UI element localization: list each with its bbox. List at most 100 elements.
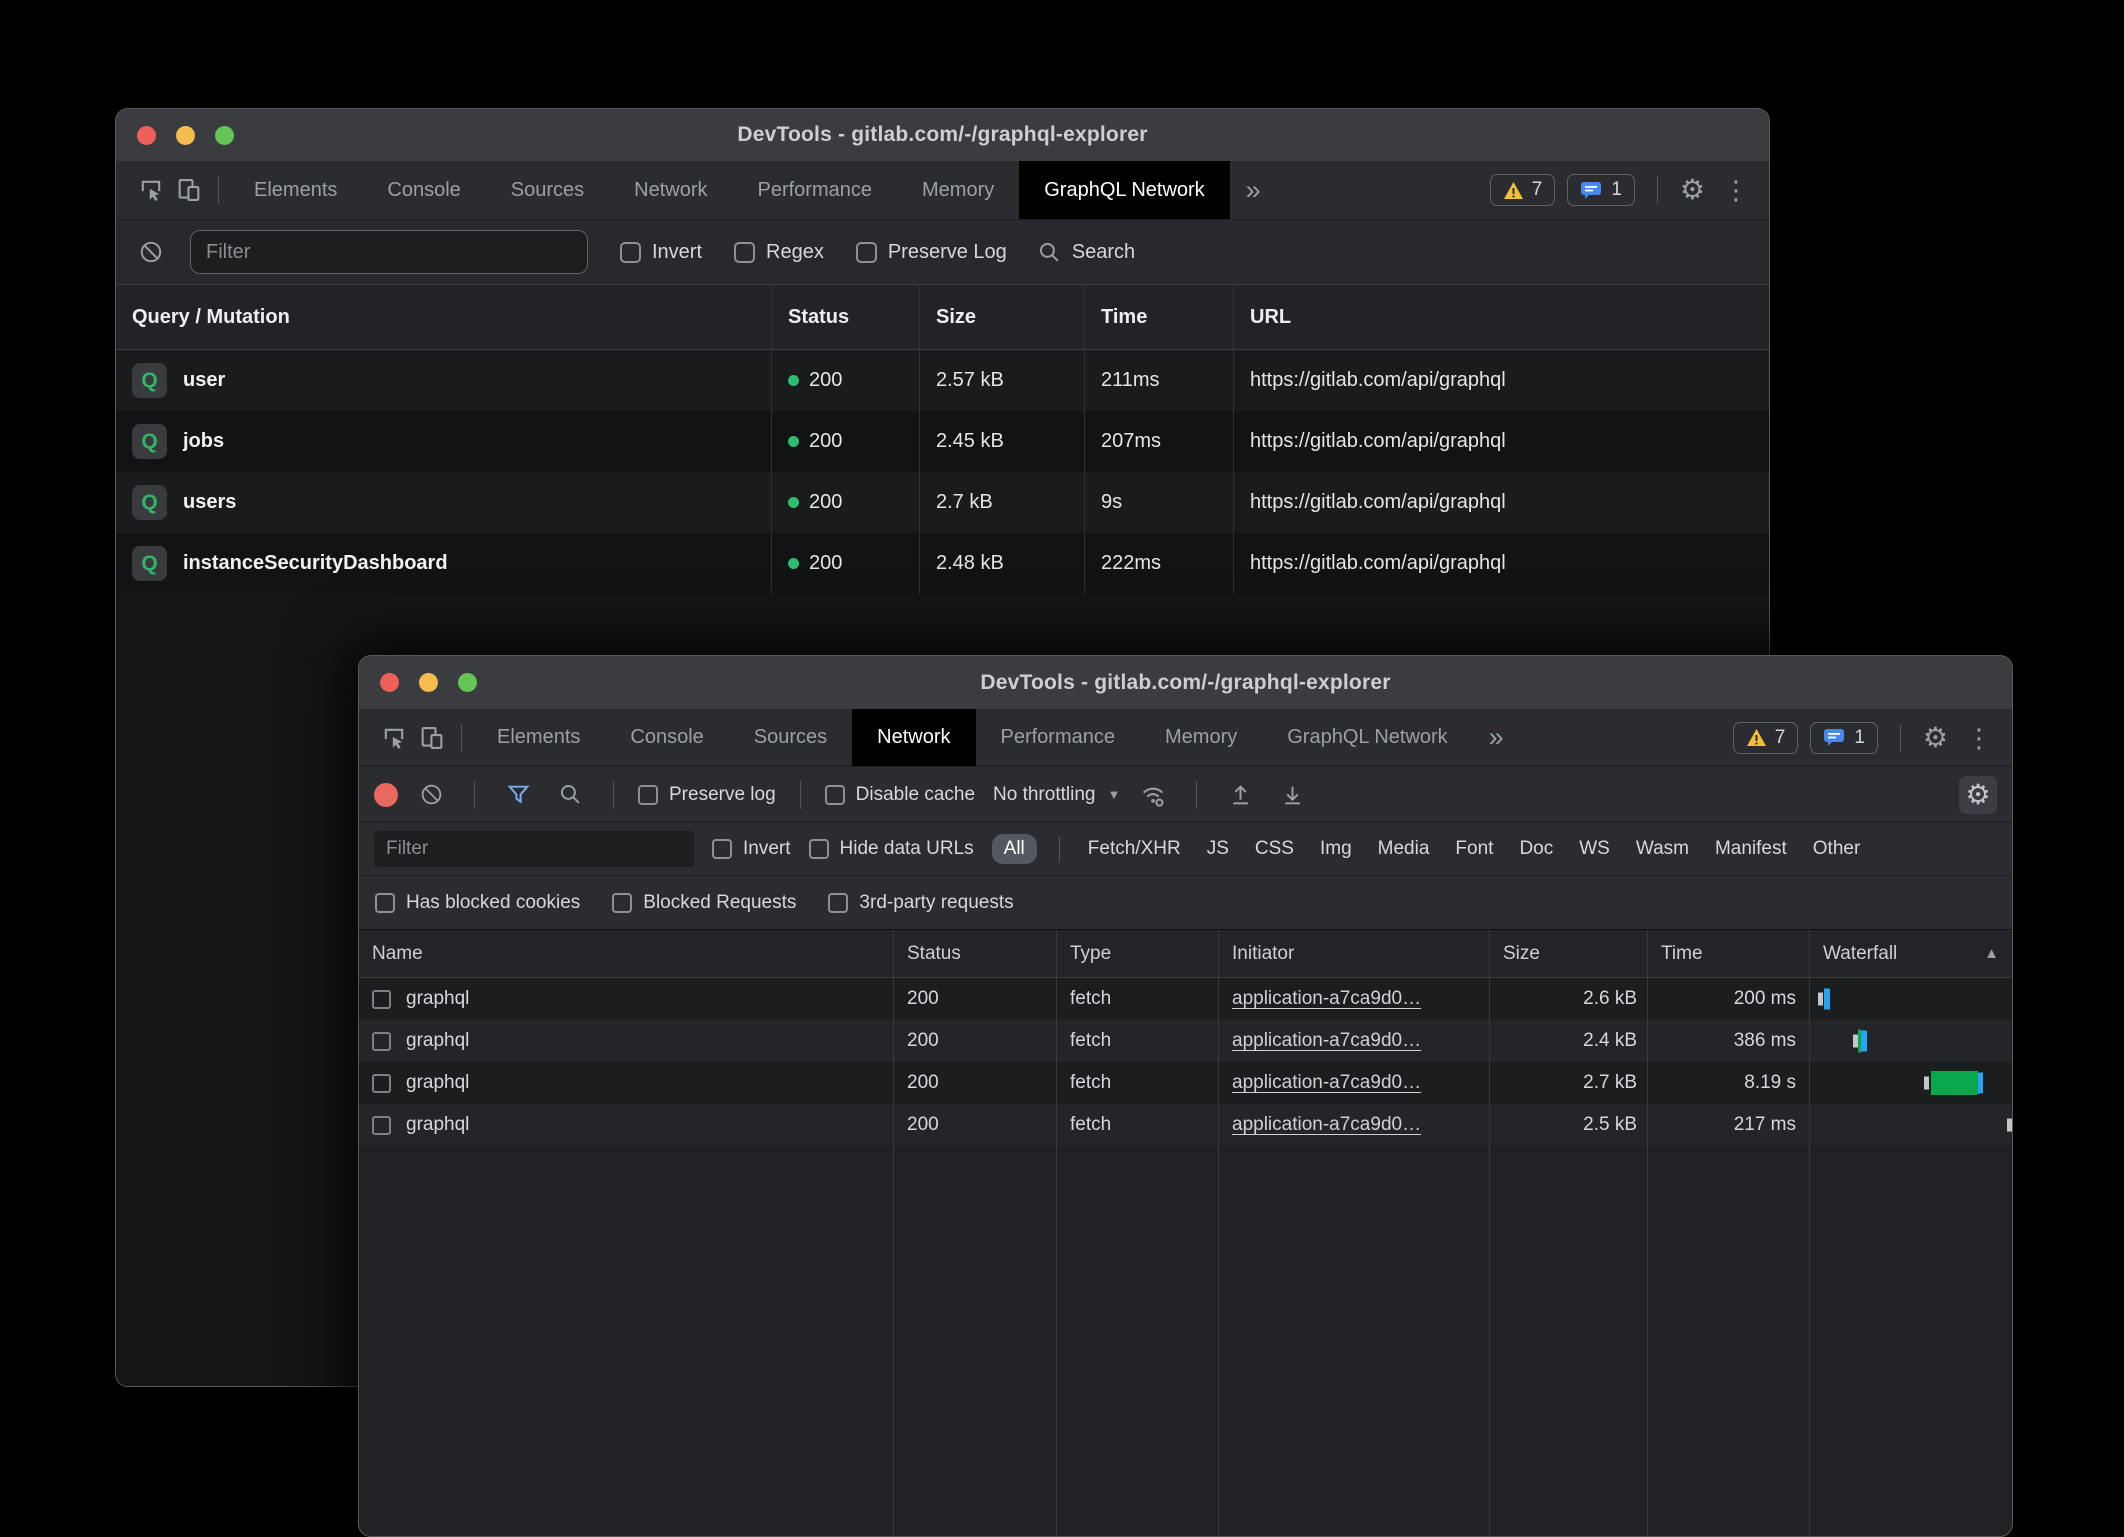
tab-graphql-network[interactable]: GraphQL Network	[1019, 161, 1229, 219]
throttling-dropdown[interactable]: No throttling ▼	[993, 784, 1120, 806]
kebab-menu-icon[interactable]: ⋮	[1960, 725, 1998, 751]
clear-icon[interactable]	[132, 233, 170, 271]
network-request-row[interactable]: graphql 200 fetch application-a7ca9d0… 2…	[359, 978, 2012, 1020]
initiator-link[interactable]: application-a7ca9d0…	[1232, 1072, 1421, 1094]
column-header-status[interactable]: Status	[771, 285, 919, 349]
tab-network[interactable]: Network	[852, 709, 975, 766]
settings-gear-icon[interactable]: ⚙	[1923, 724, 1948, 752]
preserve-log-checkbox-group[interactable]: Preserve log	[638, 784, 776, 806]
preserve-log-checkbox-group[interactable]: Preserve Log	[856, 241, 1007, 264]
blocked-requests-checkbox[interactable]	[612, 893, 632, 913]
filter-chip-manifest[interactable]: Manifest	[1715, 838, 1787, 860]
filter-chip-all[interactable]: All	[992, 834, 1037, 864]
column-header-query-mutation[interactable]: Query / Mutation	[116, 285, 771, 349]
record-button[interactable]	[374, 783, 398, 807]
blocked-requests-checkbox-group[interactable]: Blocked Requests	[612, 892, 796, 914]
invert-checkbox[interactable]	[620, 242, 641, 263]
column-header-time[interactable]: Time	[1084, 285, 1233, 349]
warnings-badge[interactable]: 7	[1733, 722, 1799, 754]
tab-sources[interactable]: Sources	[486, 161, 609, 219]
column-header-name[interactable]: Name	[359, 930, 893, 977]
tab-network[interactable]: Network	[609, 161, 732, 219]
third-party-requests-checkbox[interactable]	[828, 893, 848, 913]
column-header-waterfall[interactable]: Waterfall ▲	[1809, 930, 2012, 977]
more-tabs-icon[interactable]: »	[1473, 724, 1520, 751]
graphql-request-row[interactable]: Q instanceSecurityDashboard 200 2.48 kB …	[116, 533, 1769, 594]
more-tabs-icon[interactable]: »	[1230, 177, 1277, 204]
preserve-log-checkbox[interactable]	[638, 785, 658, 805]
hide-data-urls-checkbox-group[interactable]: Hide data URLs	[809, 838, 974, 860]
inspect-element-icon[interactable]	[132, 171, 170, 209]
filter-chip-css[interactable]: CSS	[1255, 838, 1294, 860]
disable-cache-checkbox[interactable]	[825, 785, 845, 805]
search-button[interactable]: Search	[1037, 240, 1135, 265]
tab-performance[interactable]: Performance	[733, 161, 898, 219]
network-request-row[interactable]: graphql 200 fetch application-a7ca9d0… 2…	[359, 1104, 2012, 1146]
tab-console[interactable]: Console	[362, 161, 485, 219]
filter-input[interactable]	[190, 230, 588, 274]
hide-data-urls-checkbox[interactable]	[809, 839, 829, 859]
row-checkbox[interactable]	[372, 1032, 391, 1051]
column-header-size[interactable]: Size	[919, 285, 1084, 349]
filter-funnel-icon[interactable]	[499, 776, 537, 814]
graphql-request-row[interactable]: Q users 200 2.7 kB 9s https://gitlab.com…	[116, 472, 1769, 533]
filter-chip-doc[interactable]: Doc	[1519, 838, 1553, 860]
clear-icon[interactable]	[412, 776, 450, 814]
import-har-icon[interactable]	[1221, 776, 1259, 814]
column-header-time[interactable]: Time	[1647, 930, 1809, 977]
network-conditions-icon[interactable]	[1134, 776, 1172, 814]
filter-chip-ws[interactable]: WS	[1579, 838, 1610, 860]
export-har-icon[interactable]	[1273, 776, 1311, 814]
initiator-link[interactable]: application-a7ca9d0…	[1232, 988, 1421, 1010]
initiator-link[interactable]: application-a7ca9d0…	[1232, 1114, 1421, 1136]
issues-badge[interactable]: 1	[1810, 722, 1878, 754]
row-checkbox[interactable]	[372, 1074, 391, 1093]
filter-chip-other[interactable]: Other	[1813, 838, 1861, 860]
tab-sources[interactable]: Sources	[729, 709, 852, 766]
column-header-url[interactable]: URL	[1233, 285, 1769, 349]
column-header-size[interactable]: Size	[1489, 930, 1647, 977]
disable-cache-checkbox-group[interactable]: Disable cache	[825, 784, 975, 806]
column-header-initiator[interactable]: Initiator	[1218, 930, 1489, 977]
warnings-badge[interactable]: 7	[1490, 174, 1556, 206]
invert-checkbox-group[interactable]: Invert	[620, 241, 702, 264]
filter-chip-wasm[interactable]: Wasm	[1636, 838, 1689, 860]
device-toolbar-icon[interactable]	[413, 719, 451, 757]
third-party-requests-checkbox-group[interactable]: 3rd-party requests	[828, 892, 1013, 914]
network-settings-button[interactable]: ⚙	[1959, 776, 1997, 814]
has-blocked-cookies-checkbox-group[interactable]: Has blocked cookies	[375, 892, 580, 914]
title-bar[interactable]: DevTools - gitlab.com/-/graphql-explorer	[359, 656, 2012, 709]
kebab-menu-icon[interactable]: ⋮	[1717, 177, 1755, 203]
tab-memory[interactable]: Memory	[897, 161, 1019, 219]
tab-performance[interactable]: Performance	[976, 709, 1141, 766]
row-checkbox[interactable]	[372, 1116, 391, 1135]
graphql-request-row[interactable]: Q jobs 200 2.45 kB 207ms https://gitlab.…	[116, 411, 1769, 472]
initiator-link[interactable]: application-a7ca9d0…	[1232, 1030, 1421, 1052]
network-request-row[interactable]: graphql 200 fetch application-a7ca9d0… 2…	[359, 1020, 2012, 1062]
tab-graphql-network[interactable]: GraphQL Network	[1262, 709, 1472, 766]
tab-memory[interactable]: Memory	[1140, 709, 1262, 766]
invert-checkbox[interactable]	[712, 839, 732, 859]
issues-badge[interactable]: 1	[1567, 174, 1635, 206]
settings-gear-icon[interactable]: ⚙	[1680, 176, 1705, 204]
device-toolbar-icon[interactable]	[170, 171, 208, 209]
preserve-log-checkbox[interactable]	[856, 242, 877, 263]
filter-chip-img[interactable]: Img	[1320, 838, 1352, 860]
row-checkbox[interactable]	[372, 990, 391, 1009]
filter-chip-js[interactable]: JS	[1207, 838, 1229, 860]
has-blocked-cookies-checkbox[interactable]	[375, 893, 395, 913]
tab-elements[interactable]: Elements	[472, 709, 605, 766]
graphql-request-row[interactable]: Q user 200 2.57 kB 211ms https://gitlab.…	[116, 350, 1769, 411]
title-bar[interactable]: DevTools - gitlab.com/-/graphql-explorer	[116, 109, 1769, 161]
network-request-row[interactable]: graphql 200 fetch application-a7ca9d0… 2…	[359, 1062, 2012, 1104]
regex-checkbox-group[interactable]: Regex	[734, 241, 824, 264]
column-header-status[interactable]: Status	[893, 930, 1056, 977]
regex-checkbox[interactable]	[734, 242, 755, 263]
filter-chip-fetch-xhr[interactable]: Fetch/XHR	[1088, 838, 1181, 860]
network-filter-input[interactable]	[374, 831, 694, 867]
invert-checkbox-group[interactable]: Invert	[712, 838, 791, 860]
inspect-element-icon[interactable]	[375, 719, 413, 757]
tab-elements[interactable]: Elements	[229, 161, 362, 219]
filter-chip-font[interactable]: Font	[1455, 838, 1493, 860]
column-header-type[interactable]: Type	[1056, 930, 1218, 977]
